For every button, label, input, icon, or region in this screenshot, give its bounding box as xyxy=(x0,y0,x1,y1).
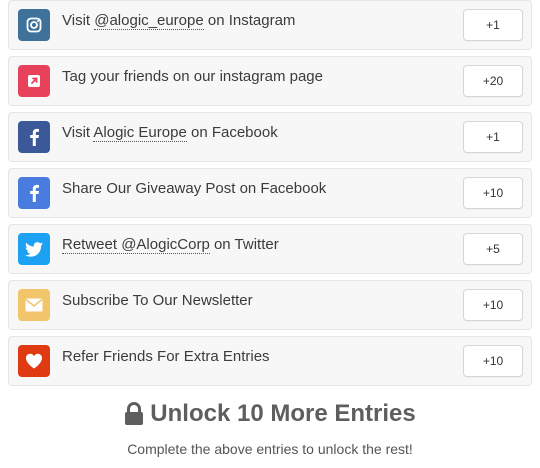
points-button[interactable]: +20 xyxy=(463,65,523,97)
points-button[interactable]: +1 xyxy=(463,121,523,153)
entry-refer-friends[interactable]: Refer Friends For Extra Entries +10 xyxy=(8,336,532,386)
entry-label: Tag your friends on our instagram page xyxy=(62,68,323,85)
entry-label: Refer Friends For Extra Entries xyxy=(62,348,270,365)
heart-icon xyxy=(18,345,50,377)
giveaway-widget: Visit @alogic_europe on Instagram +1 Tag… xyxy=(0,0,540,468)
entry-visit-facebook[interactable]: Visit Alogic Europe on Facebook +1 xyxy=(8,112,532,162)
facebook-icon xyxy=(18,177,50,209)
entry-retweet-twitter[interactable]: Retweet @AlogicCorp on Twitter +5 xyxy=(8,224,532,274)
entry-list: Visit @alogic_europe on Instagram +1 Tag… xyxy=(8,0,532,392)
entry-label: Retweet @AlogicCorp on Twitter xyxy=(62,236,279,254)
entry-tag-friends[interactable]: Tag your friends on our instagram page +… xyxy=(8,56,532,106)
unlock-heading: Unlock 10 More Entries xyxy=(124,398,416,430)
envelope-icon xyxy=(18,289,50,321)
points-button[interactable]: +10 xyxy=(463,177,523,209)
entry-newsletter[interactable]: Subscribe To Our Newsletter +10 xyxy=(8,280,532,330)
entry-share-facebook[interactable]: Share Our Giveaway Post on Facebook +10 xyxy=(8,168,532,218)
entry-label: Visit @alogic_europe on Instagram xyxy=(62,12,296,30)
unlock-title: Unlock 10 More Entries xyxy=(150,400,416,427)
external-link-icon xyxy=(18,65,50,97)
facebook-icon xyxy=(18,121,50,153)
points-button[interactable]: +10 xyxy=(463,289,523,321)
entry-visit-instagram[interactable]: Visit @alogic_europe on Instagram +1 xyxy=(8,0,532,50)
lock-icon xyxy=(125,402,144,425)
instagram-icon xyxy=(18,9,50,41)
unlock-subtitle: Complete the above entries to unlock the… xyxy=(127,441,413,457)
entry-label: Visit Alogic Europe on Facebook xyxy=(62,124,278,142)
points-button[interactable]: +10 xyxy=(463,345,523,377)
entry-label: Subscribe To Our Newsletter xyxy=(62,292,253,309)
unlock-section: Unlock 10 More Entries Complete the abov… xyxy=(0,398,540,457)
instagram-account-link[interactable]: @alogic_europe xyxy=(94,12,204,30)
retweet-link[interactable]: Retweet @AlogicCorp xyxy=(62,236,210,254)
entry-label: Share Our Giveaway Post on Facebook xyxy=(62,180,327,197)
twitter-icon xyxy=(18,233,50,265)
facebook-page-link[interactable]: Alogic Europe xyxy=(93,124,187,142)
points-button[interactable]: +1 xyxy=(463,9,523,41)
points-button[interactable]: +5 xyxy=(463,233,523,265)
